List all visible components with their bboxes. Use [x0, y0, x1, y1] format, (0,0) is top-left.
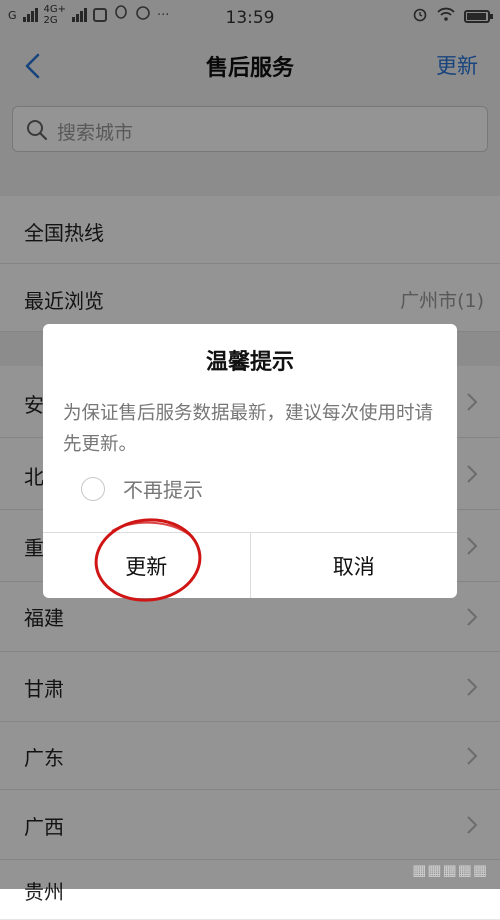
dialog-buttons: 更新 取消 — [43, 532, 457, 598]
dialog-title: 温馨提示 — [205, 350, 294, 375]
dialog-message: 为保证售后服务数据最新，建议每次使用时请先更新。 — [63, 403, 434, 455]
dialog-cancel-button[interactable]: 取消 — [249, 533, 458, 598]
radio-icon[interactable] — [81, 476, 105, 501]
dont-show-again-option[interactable]: 不再提示 — [81, 474, 203, 503]
dont-show-again-label: 不再提示 — [123, 478, 203, 502]
watermark: ▦▦▦▦▦ — [412, 861, 488, 879]
tip-dialog: 温馨提示 为保证售后服务数据最新，建议每次使用时请先更新。 不再提示 更新 取消 — [43, 324, 457, 598]
dialog-update-button[interactable]: 更新 — [43, 533, 250, 598]
